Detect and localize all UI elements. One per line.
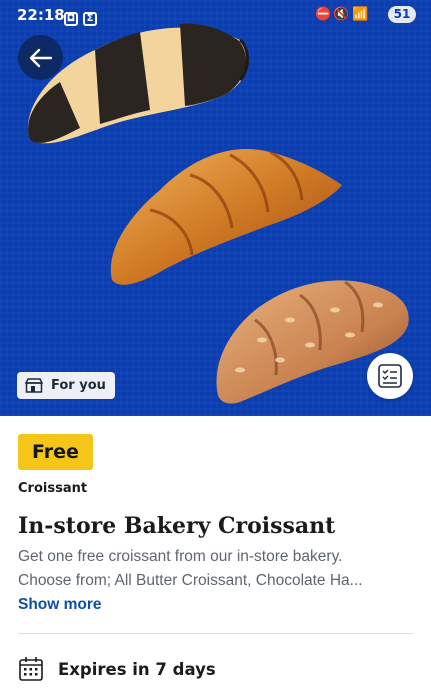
screenshot-icon: ◘ xyxy=(64,7,78,26)
offer-description: Get one free croissant from our in-store… xyxy=(18,545,418,593)
expiry-label: Expires in 7 days xyxy=(58,659,216,679)
calendar-icon xyxy=(19,657,43,681)
description-line-1: Get one free croissant from our in-store… xyxy=(18,548,343,565)
do-not-disturb-icon: ⛔ xyxy=(315,7,332,22)
description-line-2: Choose from; All Butter Croissant, Choco… xyxy=(18,572,363,589)
store-icon xyxy=(25,378,43,393)
app-notification-icon: Σ xyxy=(83,7,97,26)
for-you-tag: For you xyxy=(17,372,115,399)
shopping-list-button[interactable] xyxy=(367,353,413,399)
arrow-left-icon xyxy=(29,48,52,67)
price-badge: Free xyxy=(18,434,93,470)
show-more-link[interactable]: Show more xyxy=(18,596,102,614)
croissants-illustration xyxy=(28,23,409,404)
expiry-row: Expires in 7 days xyxy=(18,656,216,682)
back-button[interactable] xyxy=(18,35,63,80)
status-time: 22:18 xyxy=(17,6,65,24)
mute-icon: 🔇 xyxy=(333,7,350,22)
wifi-icon: 📶 xyxy=(352,7,369,22)
checklist-icon xyxy=(378,364,402,388)
battery-indicator: 51 xyxy=(388,6,416,23)
offer-title: In-store Bakery Croissant xyxy=(18,513,336,539)
hero-image: 22:18 ◘ Σ ⛔ 🔇 📶 51 For you xyxy=(0,0,431,416)
offer-category: Croissant xyxy=(18,481,88,496)
divider xyxy=(18,633,413,634)
status-bar: 22:18 ◘ Σ ⛔ 🔇 📶 51 xyxy=(0,0,431,30)
for-you-label: For you xyxy=(51,378,106,393)
